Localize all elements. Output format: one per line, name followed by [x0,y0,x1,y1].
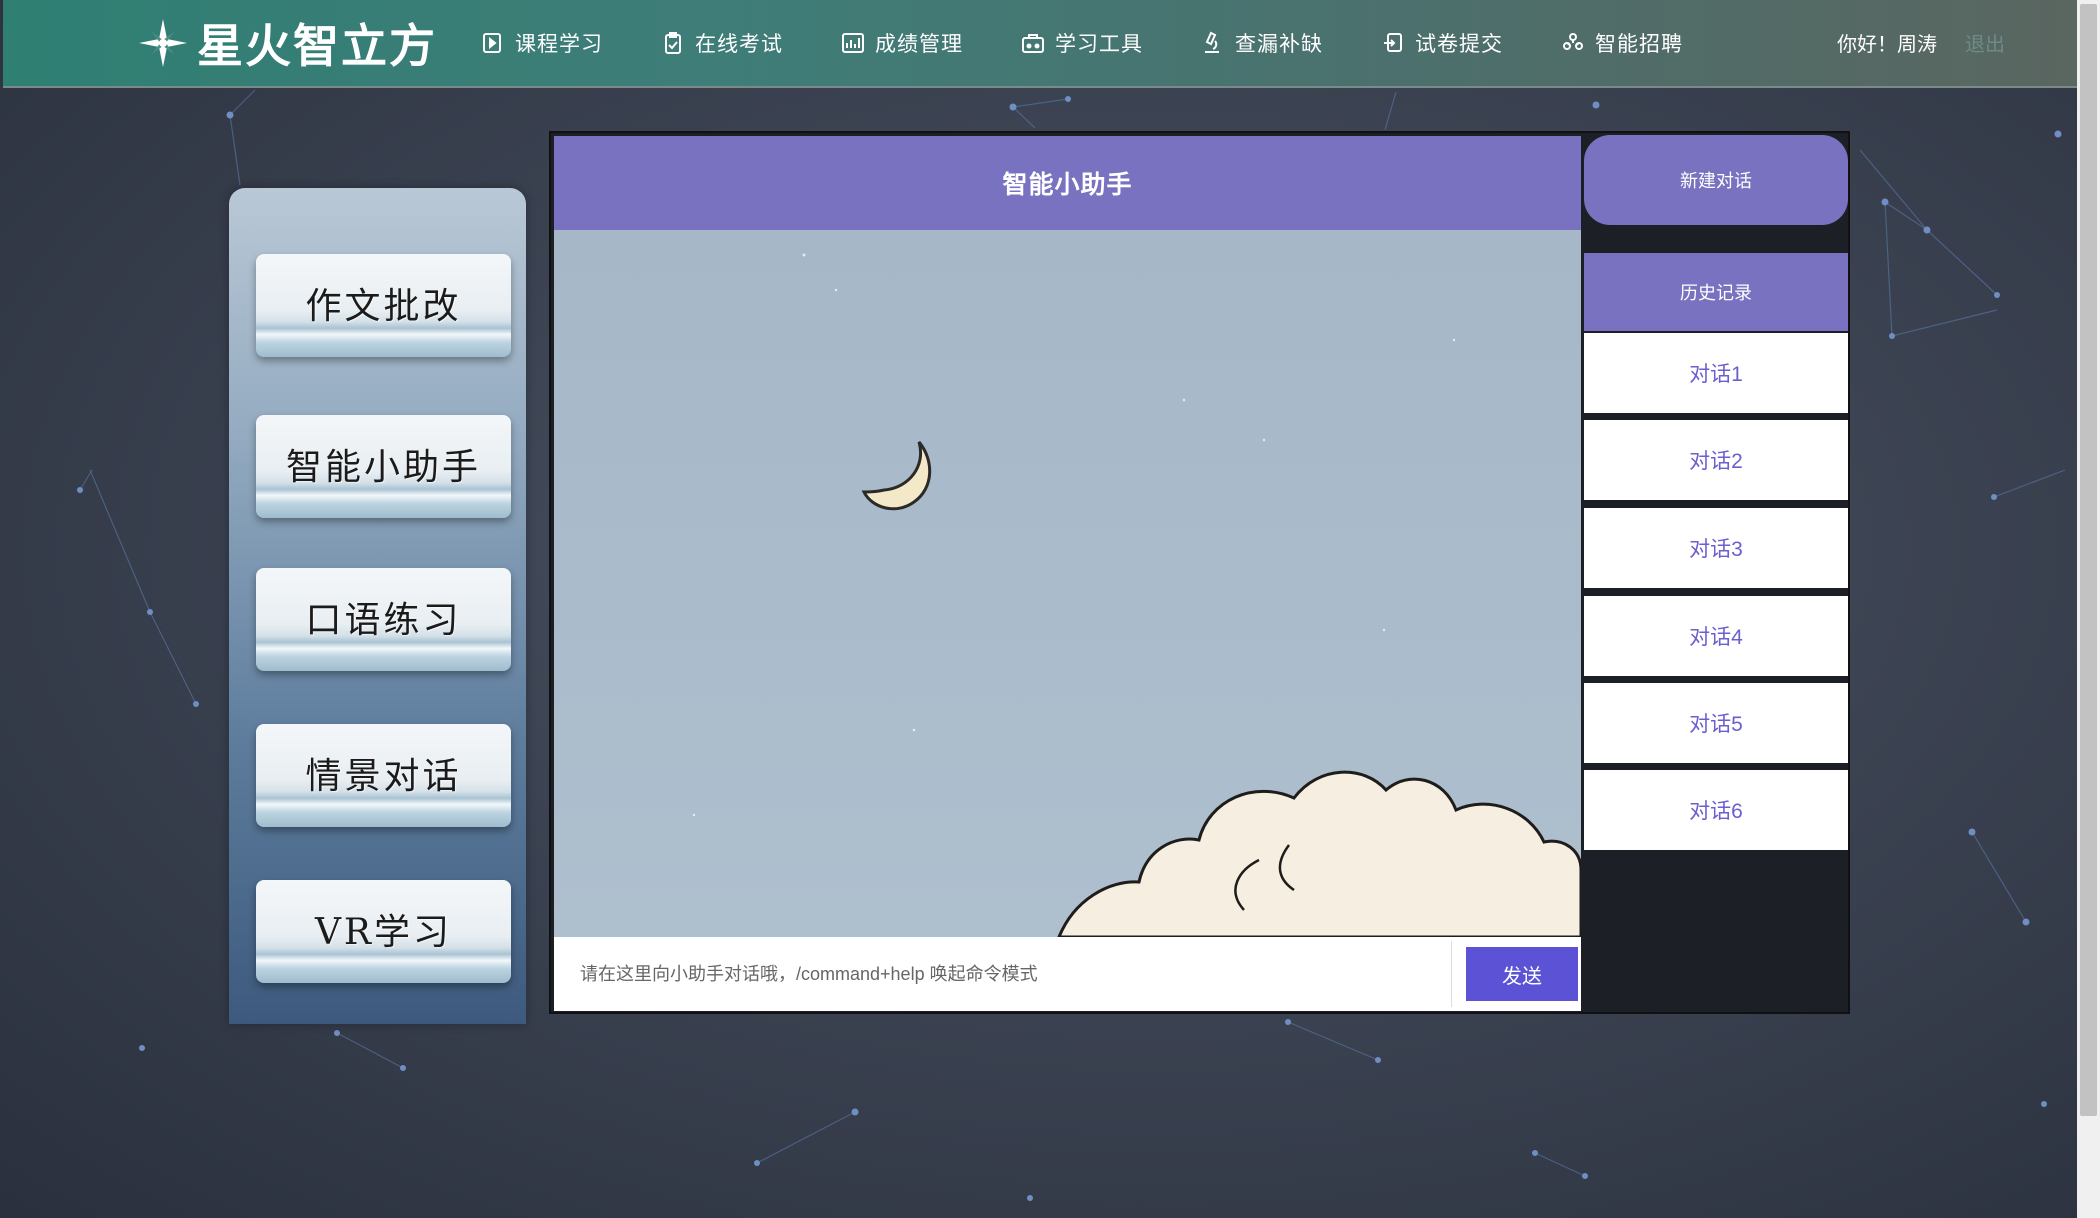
logo-text: 星火智立方 [197,19,437,73]
microscope-icon [1205,31,1219,53]
chat-window: 智能小助手 发送 新建对话 历史记录 对话1 对话2 对 [549,131,1850,1014]
chat-message-input[interactable] [558,941,1452,1007]
nav-item-label: 试卷提交 [1415,32,1503,56]
night-sky-illustration [692,253,1581,937]
user-greeting: 你好！周涛 [1837,32,1937,56]
scenario-dialogue-button[interactable]: 情景对话 [256,724,511,827]
nav-item-smart-recruit[interactable]: 智能招聘 [1561,28,1683,58]
message-area[interactable] [554,230,1581,937]
nav-item-label: 在线考试 [695,32,783,56]
nav-item-label: 查漏补缺 [1235,32,1323,56]
nav-item-label: 学习工具 [1055,32,1143,56]
history-item-6[interactable]: 对话6 [1584,770,1848,850]
chart-icon [842,33,864,53]
star-logo-icon [139,19,187,67]
submit-doc-icon [1384,33,1402,52]
history-item-4[interactable]: 对话4 [1584,596,1848,676]
feature-panel: 作文批改 智能小助手 口语练习 情景对话 VR学习 [229,188,526,1024]
nav-item-study-tools[interactable]: 学习工具 [1021,28,1143,58]
button-label: VR学习 [314,911,453,953]
top-navbar: 星火智立方 课程学习 在线考试 成绩管理 学习工具 查漏补缺 试卷提交 智能招聘… [3,0,2077,88]
clipboard-icon [665,32,681,54]
essay-correction-button[interactable]: 作文批改 [256,254,511,357]
scrollbar-thumb[interactable] [2080,4,2097,1116]
moon-icon [861,441,932,511]
chat-title: 智能小助手 [554,136,1581,230]
nav-item-grade-management[interactable]: 成绩管理 [841,28,963,58]
history-item-2[interactable]: 对话2 [1584,420,1848,500]
nav-item-label: 智能招聘 [1595,32,1683,56]
cloud-shape [1057,770,1581,937]
history-item-5[interactable]: 对话5 [1584,683,1848,763]
button-label: 智能小助手 [285,446,481,488]
nav-item-course-study[interactable]: 课程学习 [481,28,603,58]
new-chat-button[interactable]: 新建对话 [1584,135,1848,225]
history-header: 历史记录 [1584,253,1848,331]
button-label: 情景对话 [305,755,462,797]
vr-learning-button[interactable]: VR学习 [256,880,511,983]
history-item-1[interactable]: 对话1 [1584,333,1848,413]
speaking-practice-button[interactable]: 口语练习 [256,568,511,671]
chat-input-row: 发送 [554,937,1581,1011]
nav-item-online-exam[interactable]: 在线考试 [661,28,783,58]
button-label: 作文批改 [305,285,462,327]
smart-assistant-button[interactable]: 智能小助手 [256,415,511,518]
nav-item-gap-filling[interactable]: 查漏补缺 [1201,28,1323,58]
logout-link[interactable]: 退出 [1965,28,2005,57]
chat-main: 智能小助手 发送 [554,136,1581,1011]
logo[interactable]: 星火智立方 [137,14,437,73]
people-icon [1563,33,1583,50]
page-scrollbar[interactable] [2077,0,2100,1218]
button-label: 口语练习 [305,599,462,641]
send-button[interactable]: 发送 [1466,947,1578,1001]
nav-item-label: 成绩管理 [875,32,963,56]
play-doc-icon [483,33,501,53]
toolbox-icon [1022,34,1044,53]
nav-item-paper-submit[interactable]: 试卷提交 [1381,28,1503,58]
nav-item-label: 课程学习 [515,32,603,56]
main-nav: 课程学习 在线考试 成绩管理 学习工具 查漏补缺 试卷提交 智能招聘 [481,0,1741,86]
conversation-sidebar: 新建对话 历史记录 对话1 对话2 对话3 对话4 对话5 对话6 [1584,133,1848,1012]
history-item-3[interactable]: 对话3 [1584,508,1848,588]
